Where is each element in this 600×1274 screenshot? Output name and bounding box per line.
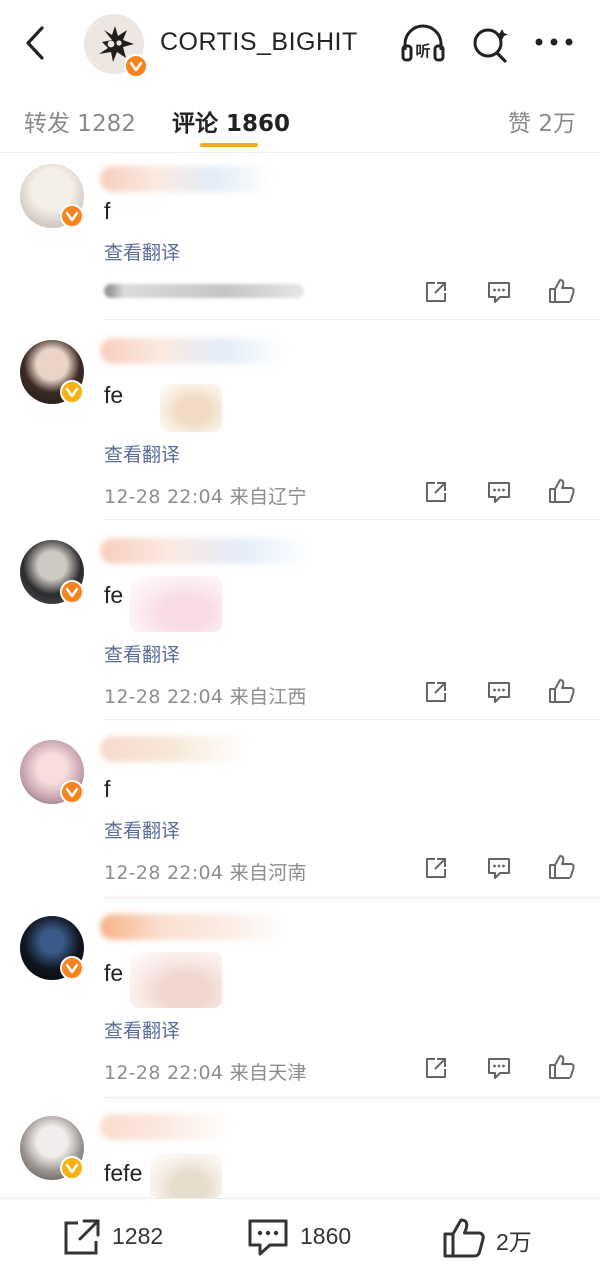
view-translation-link[interactable]: 查看翻译 [104, 440, 180, 467]
sticker-image [130, 952, 222, 1008]
verified-badge-icon [60, 1156, 84, 1180]
share-icon[interactable] [424, 856, 448, 880]
tab-bar: 转发 1282 评论 1860 赞 2万 [0, 84, 600, 153]
share-icon[interactable] [424, 480, 448, 504]
listen-headphones-icon[interactable]: 听 [400, 24, 446, 64]
verified-badge-icon [60, 204, 84, 228]
view-translation-link[interactable]: 查看翻译 [104, 238, 180, 265]
comment-bubble-icon [248, 1219, 288, 1256]
repost-count: 1282 [112, 1223, 164, 1249]
blurred-username [100, 1114, 230, 1140]
tab-likes[interactable]: 赞 2万 [508, 104, 576, 138]
back-arrow-icon[interactable] [18, 24, 52, 62]
comment-icon[interactable] [486, 1056, 512, 1080]
comment-item: fe 查看翻译 12-28 22:04 来自天津 [0, 898, 600, 1098]
comment-meta: 12-28 22:04 来自江西 [104, 686, 307, 708]
verified-badge-icon [60, 956, 84, 980]
page-title: CORTIS_BIGHIT [160, 28, 358, 56]
search-icon[interactable] [470, 24, 512, 64]
comment-item: fe 查看翻译 12-28 22:04 来自辽宁 [0, 320, 600, 520]
comment-icon[interactable] [486, 680, 512, 704]
blurred-username [100, 538, 310, 564]
like-thumbs-up-icon[interactable] [548, 1054, 576, 1080]
blurred-username [100, 914, 286, 940]
like-button[interactable]: 2万 [442, 1217, 552, 1258]
tab-reposts[interactable]: 转发 1282 [24, 104, 136, 138]
comment-icon[interactable] [486, 856, 512, 880]
blurred-username [100, 338, 285, 364]
verified-badge-icon [124, 54, 148, 78]
tab-comments[interactable]: 评论 1860 [172, 104, 290, 138]
more-options-icon[interactable] [534, 32, 574, 52]
view-translation-link[interactable]: 查看翻译 [104, 640, 180, 667]
repost-button[interactable]: 1282 [60, 1217, 180, 1257]
like-thumbs-up-icon[interactable] [548, 478, 576, 504]
comment-text: f [104, 198, 111, 224]
comment-text: fe [104, 382, 124, 408]
share-icon[interactable] [424, 280, 448, 304]
top-bar: CORTIS_BIGHIT 听 [0, 0, 600, 84]
commenter-avatar[interactable] [20, 740, 84, 804]
comment-item: f 查看翻译 12-28 22:04 来自河南 [0, 720, 600, 898]
verified-badge-icon [60, 380, 84, 404]
like-thumbs-up-icon[interactable] [548, 854, 576, 880]
share-icon[interactable] [424, 680, 448, 704]
repost-share-icon [64, 1219, 100, 1255]
commenter-avatar[interactable] [20, 916, 84, 980]
like-thumbs-up-icon [443, 1218, 485, 1258]
blurred-username [100, 166, 272, 192]
comment-meta: 12-28 22:04 来自辽宁 [104, 486, 307, 508]
sticker-image [150, 1154, 222, 1198]
commenter-avatar[interactable] [20, 1116, 84, 1180]
like-thumbs-up-icon[interactable] [548, 278, 576, 304]
verified-badge-icon [60, 780, 84, 804]
view-translation-link[interactable]: 查看翻译 [104, 816, 180, 843]
comment-icon[interactable] [486, 280, 512, 304]
comment-text: f [104, 776, 111, 802]
comment-text: fe [104, 582, 124, 608]
comment-meta: 12-28 22:04 来自河南 [104, 862, 307, 884]
comment-meta: 12-28 22:04 来自天津 [104, 1062, 307, 1084]
comment-button[interactable]: 1860 [246, 1217, 366, 1257]
sticker-image [160, 384, 222, 432]
bottom-action-bar: 1282 1860 2万 [0, 1198, 600, 1274]
share-icon[interactable] [424, 1056, 448, 1080]
view-translation-link[interactable]: 查看翻译 [104, 1016, 180, 1043]
commenter-avatar[interactable] [20, 340, 84, 404]
comment-icon[interactable] [486, 480, 512, 504]
verified-badge-icon [60, 580, 84, 604]
active-tab-indicator [200, 143, 258, 147]
comment-text: fefe [104, 1160, 143, 1186]
blurred-username [100, 736, 246, 762]
commenter-avatar[interactable] [20, 540, 84, 604]
comment-count: 1860 [300, 1223, 352, 1249]
comment-item: fefe [0, 1098, 600, 1198]
commenter-avatar[interactable] [20, 164, 84, 228]
svg-text:听: 听 [415, 42, 430, 60]
blurred-timestamp [104, 284, 304, 298]
like-thumbs-up-icon[interactable] [548, 678, 576, 704]
like-count: 2万 [496, 1229, 532, 1255]
comment-item: fe 查看翻译 12-28 22:04 来自江西 [0, 520, 600, 720]
sticker-image [130, 576, 222, 632]
comment-text: fe [104, 960, 124, 986]
comment-item: f 查看翻译 [0, 156, 600, 320]
